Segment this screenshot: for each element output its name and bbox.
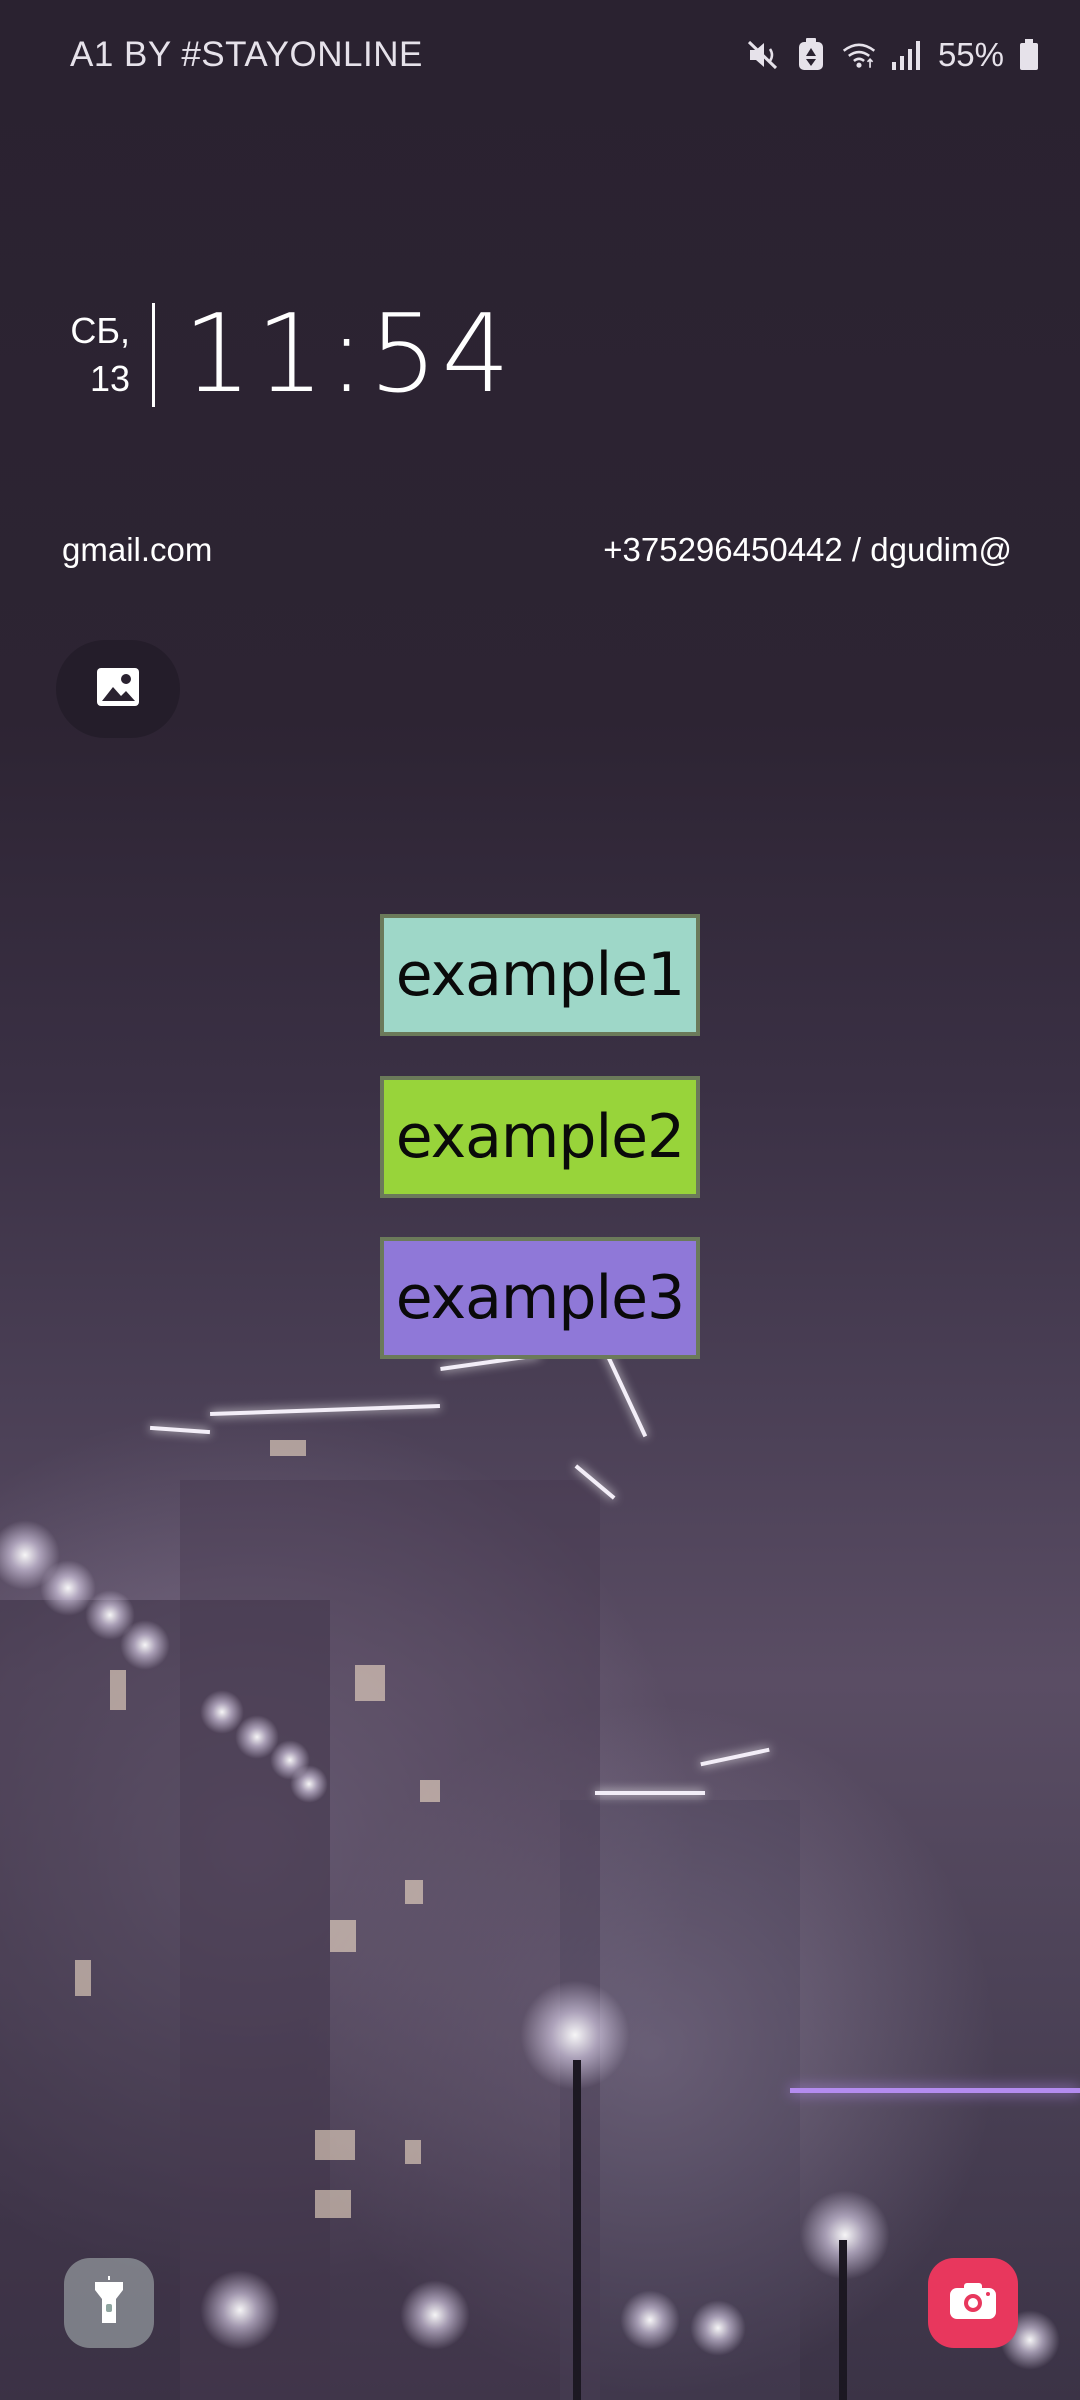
day-of-month: 13	[89, 358, 130, 399]
battery-icon	[1018, 38, 1040, 72]
owner-info-left: gmail.com	[62, 531, 213, 568]
battery-saver-icon	[794, 38, 828, 72]
example1-widget[interactable]: example1	[380, 914, 700, 1036]
camera-icon	[948, 2281, 998, 2325]
day-of-week: СБ,	[70, 310, 130, 351]
flashlight-shortcut[interactable]	[64, 2258, 154, 2348]
flashlight-icon	[87, 2276, 131, 2330]
wallpaper-button[interactable]	[56, 640, 180, 738]
status-bar: A1 BY #STAYONLINE 55%	[0, 0, 1080, 110]
status-icons: 55%	[746, 36, 1040, 74]
date-block: СБ, 13	[60, 307, 130, 403]
image-icon	[96, 667, 140, 711]
carrier-label: A1 BY #STAYONLINE	[70, 35, 423, 74]
signal-icon	[890, 38, 924, 72]
owner-info-right: +375296450442 / dgudim@	[603, 531, 1012, 568]
mute-vibrate-icon	[746, 38, 780, 72]
lock-screen-clock: СБ, 13 11:54	[60, 300, 514, 410]
clock-time: 11:54	[183, 292, 515, 417]
example3-widget[interactable]: example3	[380, 1237, 700, 1359]
battery-percent: 55%	[937, 36, 1004, 73]
wifi-icon	[842, 38, 876, 72]
clock-divider	[152, 303, 155, 407]
example2-widget[interactable]: example2	[380, 1076, 700, 1198]
camera-shortcut[interactable]	[928, 2258, 1018, 2348]
owner-contact-info: gmail.com +375296450442 / dgudim@	[62, 520, 1012, 580]
